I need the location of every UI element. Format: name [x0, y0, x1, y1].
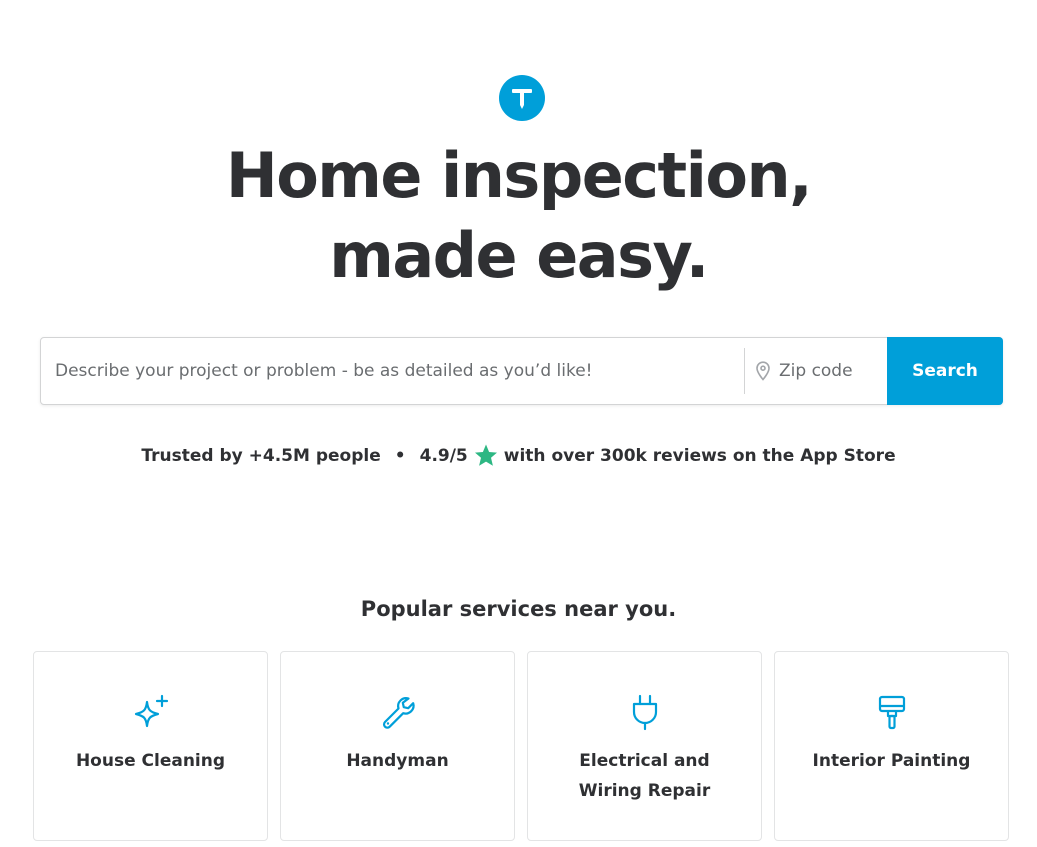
service-card-label: Handyman	[346, 751, 449, 771]
headline-line-1: Home inspection,	[225, 139, 813, 212]
service-card-label: Electrical and Wiring Repair	[578, 751, 711, 801]
headline-line-2: made easy.	[329, 219, 709, 292]
thumbtack-logo-icon[interactable]	[499, 75, 545, 121]
zip-field[interactable]	[745, 338, 887, 404]
search-bar: Search	[40, 337, 1003, 405]
trust-rating: 4.9/5	[419, 445, 468, 466]
service-cards: House Cleaning Handyman Electrical and W…	[33, 651, 1009, 841]
trust-separator: •	[394, 445, 406, 466]
location-pin-icon	[756, 361, 770, 381]
service-card-label: Interior Painting	[812, 751, 971, 771]
wrench-icon	[382, 697, 415, 729]
trust-reviews: with over 300k reviews on the App Store	[503, 445, 896, 466]
page-title: Home inspection, made easy.	[0, 136, 1037, 296]
project-search-input[interactable]	[41, 338, 744, 404]
service-card-handyman[interactable]: Handyman	[280, 651, 515, 841]
search-button[interactable]: Search	[887, 337, 1003, 405]
service-card-house-cleaning[interactable]: House Cleaning	[33, 651, 268, 841]
plug-icon	[632, 694, 657, 731]
sparkle-icon	[134, 694, 168, 728]
service-card-interior-painting[interactable]: Interior Painting	[774, 651, 1009, 841]
landing-page: Home inspection, made easy. Search Trust…	[0, 0, 1037, 847]
popular-services-title: Popular services near you.	[360, 597, 677, 621]
trust-people: Trusted by +4.5M people	[141, 445, 381, 466]
zip-code-input[interactable]	[779, 361, 879, 381]
service-card-label: House Cleaning	[75, 751, 226, 771]
paint-roller-icon	[878, 695, 905, 730]
star-icon	[474, 444, 497, 466]
service-card-electrical[interactable]: Electrical and Wiring Repair	[527, 651, 762, 841]
trust-banner: Trusted by +4.5M people • 4.9/5 with ove…	[0, 444, 1037, 467]
